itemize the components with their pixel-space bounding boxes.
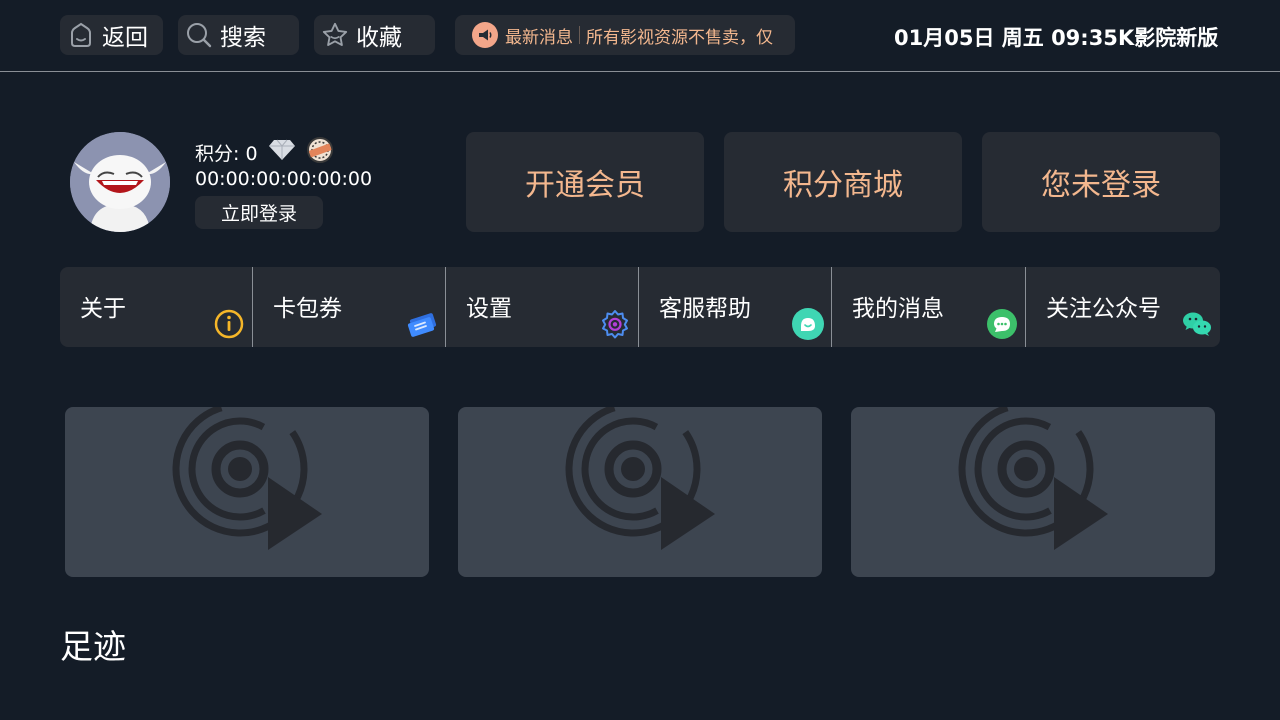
vip-button[interactable]: 开通会员: [466, 132, 704, 232]
search-label: 搜索: [220, 25, 266, 51]
home-icon: [67, 21, 95, 49]
service-icon: [791, 307, 825, 341]
login-button[interactable]: 立即登录: [195, 196, 323, 229]
datetime: 01月05日 周五 09:35: [894, 26, 1118, 50]
favorites-button[interactable]: 收藏: [314, 15, 435, 55]
top-bar: 返回 搜索 收藏 最新消息 所有影视资源不售卖，仅 01月05日 周五 09:3…: [0, 0, 1280, 72]
news-divider: [579, 26, 580, 44]
message-icon: [985, 307, 1019, 341]
menu-item-label: 我的消息: [852, 296, 944, 322]
menu-item-wechat[interactable]: 关注公众号: [1026, 267, 1220, 347]
video-placeholder-icon: [958, 407, 1108, 550]
wechat-icon: [1180, 307, 1214, 341]
menu-item-label: 关于: [80, 296, 126, 322]
content-card-placeholder[interactable]: [851, 407, 1215, 577]
menu-item-label: 卡包券: [273, 296, 342, 322]
points-row: 积分: 0: [195, 136, 334, 169]
content-card-placeholder[interactable]: [65, 407, 429, 577]
megaphone-icon: [472, 22, 498, 48]
back-label: 返回: [102, 25, 148, 51]
info-icon: [212, 307, 246, 341]
search-icon: [185, 21, 213, 49]
points-label: 积分: 0: [195, 143, 258, 165]
search-button[interactable]: 搜索: [178, 15, 299, 55]
avatar[interactable]: [70, 132, 170, 232]
menu-item-messages[interactable]: 我的消息: [832, 267, 1026, 347]
news-text: 所有影视资源不售卖，仅: [586, 27, 773, 48]
content-card-placeholder[interactable]: [458, 407, 822, 577]
favorites-label: 收藏: [356, 25, 402, 51]
checkin-badge-icon: [306, 136, 334, 169]
news-title: 最新消息: [505, 27, 573, 48]
app-brand: K影院新版: [1118, 26, 1219, 50]
menu-item-support[interactable]: 客服帮助: [639, 267, 832, 347]
menu-row: 关于 卡包券 设置 客服帮助 我的消息 关注公众号: [60, 267, 1220, 347]
menu-item-about[interactable]: 关于: [60, 267, 253, 347]
menu-item-coupons[interactable]: 卡包券: [253, 267, 446, 347]
video-placeholder-icon: [172, 407, 322, 550]
video-placeholder-icon: [565, 407, 715, 550]
menu-item-label: 设置: [466, 296, 512, 322]
menu-item-label: 关注公众号: [1046, 296, 1161, 322]
ticket-icon: [405, 307, 439, 341]
history-section-title: 足迹: [60, 627, 126, 666]
gear-icon: [598, 307, 632, 341]
user-id: 00:00:00:00:00:00: [195, 168, 373, 190]
diamond-icon: [268, 138, 296, 167]
login-status-button[interactable]: 您未登录: [982, 132, 1220, 232]
star-icon: [321, 21, 349, 49]
points-mall-button[interactable]: 积分商城: [724, 132, 962, 232]
news-ticker[interactable]: 最新消息 所有影视资源不售卖，仅: [455, 15, 795, 55]
menu-item-label: 客服帮助: [659, 296, 751, 322]
back-button[interactable]: 返回: [60, 15, 163, 55]
menu-item-settings[interactable]: 设置: [446, 267, 639, 347]
